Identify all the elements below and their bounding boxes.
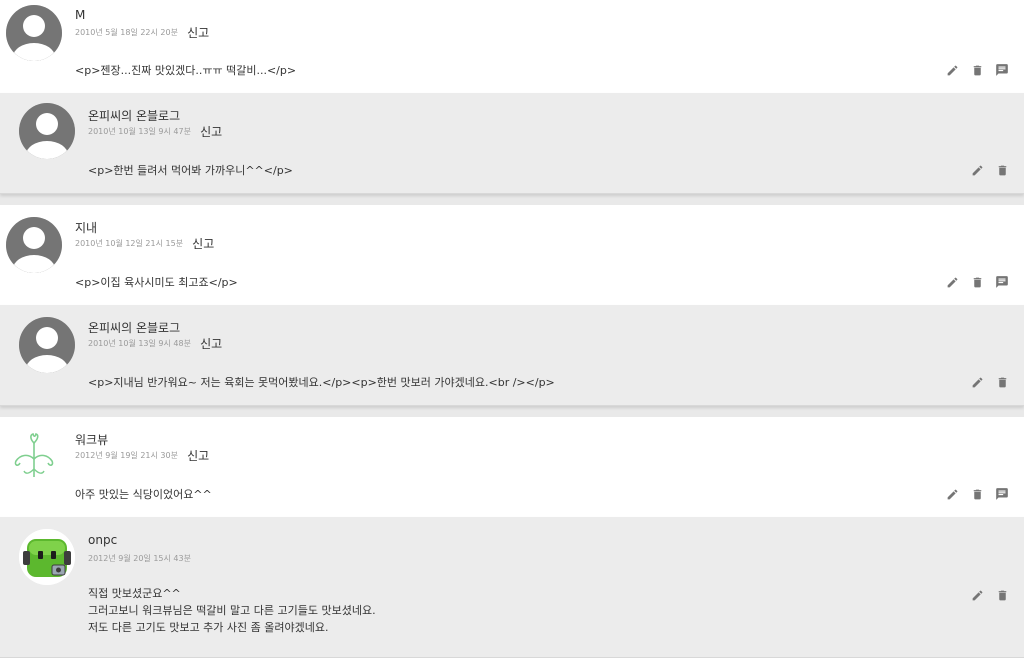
reply: onpc 2012년 9월 20일 15시 43분 직접 맛보셨군요^^ 그러고… [0, 517, 1024, 658]
comment-meta: 2012년 9월 19일 21시 30분 신고 [75, 445, 209, 464]
comment-date: 2010년 5월 18일 22시 20분 [75, 28, 178, 37]
comment-date: 2012년 9월 19일 21시 30분 [75, 451, 178, 460]
edit-icon[interactable] [969, 162, 985, 178]
comment-actions [944, 62, 1010, 78]
comment-actions [944, 274, 1010, 290]
comment: M 2010년 5월 18일 22시 20분 신고 <p>젠장...진짜 맛있겠… [0, 0, 1024, 93]
delete-icon[interactable] [969, 62, 985, 78]
comment-author: M [75, 8, 86, 22]
flower-avatar [6, 429, 62, 485]
reply: 온피씨의 온블로그 2010년 10월 13일 9시 48분 신고 <p>지내님… [0, 305, 1024, 406]
delete-icon[interactable] [969, 486, 985, 502]
comment-actions [944, 486, 1010, 502]
comment-meta: 2010년 5월 18일 22시 20분 신고 [75, 22, 209, 41]
reply-text: 직접 맛보셨군요^^ 그러고보니 워크뷰님은 떡갈비 말고 다른 고기들도 맛보… [88, 587, 376, 634]
delete-icon[interactable] [994, 162, 1010, 178]
report-link[interactable]: 신고 [187, 26, 209, 40]
robot-avatar [19, 529, 75, 585]
comment-date: 2010년 10월 12일 21시 15분 [75, 239, 184, 248]
report-link[interactable]: 신고 [200, 337, 222, 351]
report-link[interactable]: 신고 [192, 237, 214, 251]
reply-author: onpc [88, 533, 118, 547]
comment-text: 아주 맛있는 식당이었어요^^ [75, 488, 212, 501]
report-link[interactable]: 신고 [187, 449, 209, 463]
comment: 지내 2010년 10월 12일 21시 15분 신고 <p>이집 육사시미도 … [0, 205, 1024, 305]
delete-icon[interactable] [969, 274, 985, 290]
thread-divider [0, 194, 1024, 205]
reply: 온피씨의 온블로그 2010년 10월 13일 9시 47분 신고 <p>한번 … [0, 93, 1024, 194]
reply-date: 2012년 9월 20일 15시 43분 [88, 554, 191, 563]
edit-icon[interactable] [944, 274, 960, 290]
reply-icon[interactable] [994, 62, 1010, 78]
reply-icon[interactable] [994, 486, 1010, 502]
reply-actions [969, 162, 1010, 178]
default-avatar-icon [6, 217, 62, 273]
reply-meta: 2012년 9월 20일 15시 43분 [88, 548, 191, 567]
report-link[interactable]: 신고 [200, 125, 222, 139]
delete-icon[interactable] [994, 374, 1010, 390]
edit-icon[interactable] [944, 62, 960, 78]
comment-meta: 2010년 10월 12일 21시 15분 신고 [75, 233, 214, 252]
comment-text: <p>젠장...진짜 맛있겠다..ㅠㅠ 떡갈비...</p> [75, 64, 297, 77]
comment-text: <p>이집 육사시미도 최고죠</p> [75, 276, 238, 289]
reply-date: 2010년 10월 13일 9시 47분 [88, 127, 191, 136]
thread-divider [0, 406, 1024, 417]
reply-meta: 2010년 10월 13일 9시 48분 신고 [88, 333, 222, 352]
comment: 워크뷰 2012년 9월 19일 21시 30분 신고 아주 맛있는 식당이었어… [0, 417, 1024, 517]
reply-text: <p>지내님 반가워요~ 저는 육회는 못먹어봤네요.</p><p>한번 맛보러… [88, 376, 555, 389]
reply-text: <p>한번 들려서 먹어봐 가까우니^^</p> [88, 164, 293, 177]
default-avatar-icon [19, 317, 75, 373]
edit-icon[interactable] [969, 587, 985, 603]
delete-icon[interactable] [994, 587, 1010, 603]
edit-icon[interactable] [944, 486, 960, 502]
default-avatar-icon [19, 103, 75, 159]
default-avatar-icon [6, 5, 62, 61]
reply-meta: 2010년 10월 13일 9시 47분 신고 [88, 121, 222, 140]
edit-icon[interactable] [969, 374, 985, 390]
reply-icon[interactable] [994, 274, 1010, 290]
reply-date: 2010년 10월 13일 9시 48분 [88, 339, 191, 348]
reply-actions [969, 587, 1010, 603]
reply-actions [969, 374, 1010, 390]
